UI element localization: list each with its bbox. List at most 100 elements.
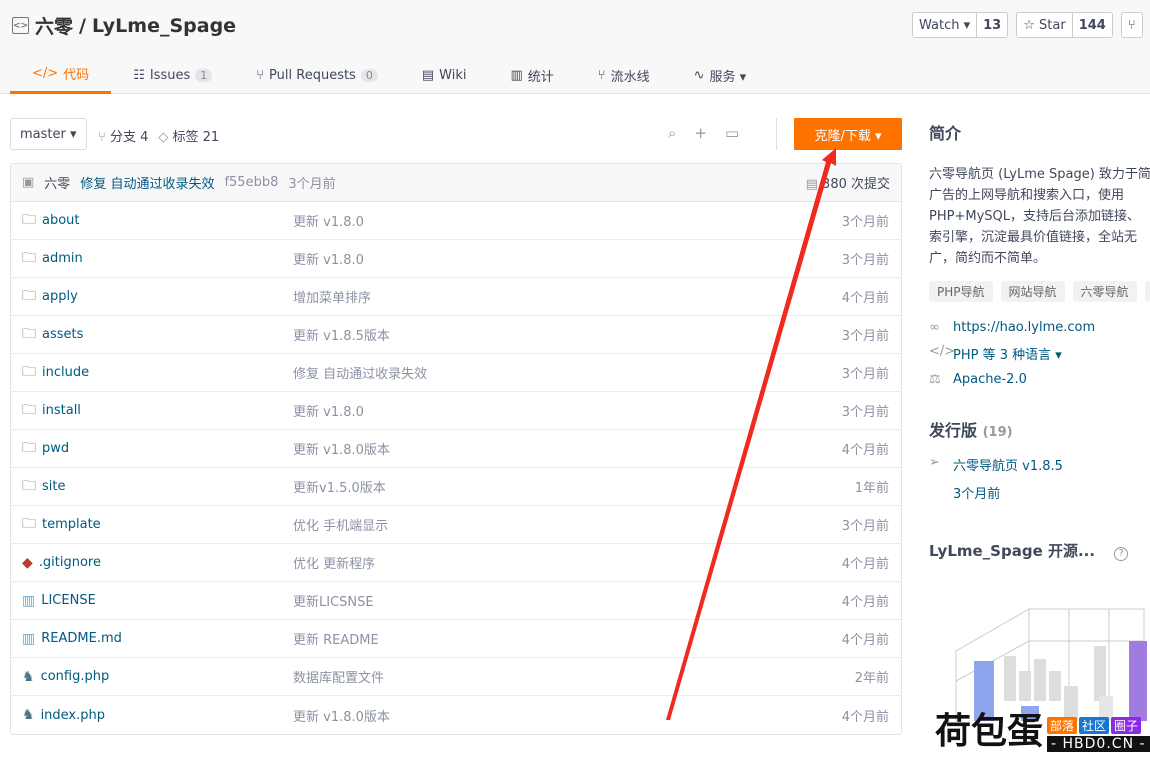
clone-download-button[interactable]: 克隆/下载 ▾ bbox=[794, 118, 902, 150]
tab-4[interactable]: ▥ 统计 bbox=[488, 56, 575, 94]
releases-count: (19) bbox=[982, 425, 1013, 440]
file-commit-message[interactable]: 更新 v1.8.0 bbox=[293, 211, 364, 230]
file-commit-message[interactable]: 增加菜单排序 bbox=[293, 287, 371, 306]
file-link[interactable]: 🗀 about bbox=[22, 209, 80, 233]
tab-6[interactable]: ∿ 服务 ▾ bbox=[672, 56, 769, 94]
tab-label: 代码 bbox=[63, 68, 90, 83]
file-commit-message[interactable]: 更新 v1.8.0版本 bbox=[293, 439, 390, 458]
file-name: README.md bbox=[41, 631, 122, 646]
file-row: 🗀 pwd 更新 v1.8.0版本 4个月前 bbox=[11, 430, 901, 468]
topic-tag[interactable]: 六零导航 bbox=[1072, 281, 1137, 302]
file-row: 🗀 site 更新v1.5.0版本 1年前 bbox=[11, 468, 901, 506]
branch-icon: ⑂ bbox=[98, 130, 110, 145]
release-link[interactable]: 六零导航页 v1.8.5 bbox=[953, 455, 1063, 474]
topic-tag[interactable] bbox=[1144, 281, 1150, 302]
commit-author[interactable]: 六零 bbox=[44, 173, 70, 192]
folder-icon: 🗀 bbox=[22, 287, 36, 304]
file-link[interactable]: 🗀 template bbox=[22, 513, 101, 537]
plus-icon[interactable]: + bbox=[694, 124, 707, 142]
file-name: config.php bbox=[40, 669, 110, 684]
file-commit-time: 1年前 bbox=[854, 481, 889, 496]
tab-3[interactable]: ▤ Wiki bbox=[400, 56, 489, 94]
file-name: admin bbox=[42, 251, 83, 266]
repo-separator: / bbox=[79, 14, 86, 37]
tab-icon: ▤ bbox=[421, 67, 435, 83]
file-row: ♞ config.php 数据库配置文件 2年前 bbox=[11, 658, 901, 696]
file-row: 🗀 include 修复 自动通过收录失效 3个月前 bbox=[11, 354, 901, 392]
license-link[interactable]: Apache-2.0 bbox=[953, 372, 1027, 387]
star-button[interactable]: ☆ Star 144 bbox=[1016, 12, 1113, 38]
file-row: 🗀 apply 增加菜单排序 4个月前 bbox=[11, 278, 901, 316]
repo-owner-link[interactable]: 六零 bbox=[35, 12, 73, 39]
file-link[interactable]: ◆ .gitignore bbox=[22, 555, 101, 571]
tab-icon: ▥ bbox=[510, 67, 523, 83]
file-commit-message[interactable]: 更新 v1.8.0版本 bbox=[293, 706, 390, 725]
tab-badge: 0 bbox=[360, 68, 378, 82]
file-tree: ▣ 六零 修复 自动通过收录失效 f55ebb8 3个月前 ▤ 380 次提交 … bbox=[10, 163, 902, 735]
watch-count[interactable]: 13 bbox=[976, 13, 1007, 37]
file-commit-message[interactable]: 更新 v1.8.5版本 bbox=[293, 325, 390, 344]
file-commit-message[interactable]: 更新LICSNSE bbox=[293, 591, 374, 610]
file-link[interactable]: 🗀 site bbox=[22, 475, 65, 499]
fork-button[interactable]: ⑂ bbox=[1120, 12, 1143, 38]
topic-tag[interactable]: PHP导航 bbox=[929, 281, 993, 302]
file-link[interactable]: 🗀 assets bbox=[22, 323, 83, 347]
file-row: 🗀 assets 更新 v1.8.5版本 3个月前 bbox=[11, 316, 901, 354]
tab-label: Wiki bbox=[439, 67, 467, 83]
file-commit-message[interactable]: 更新 README bbox=[293, 629, 379, 648]
repo-name-link[interactable]: LyLme_Spage bbox=[92, 15, 236, 37]
branches-label: 分支 4 bbox=[109, 130, 149, 145]
file-commit-time: 3个月前 bbox=[841, 329, 889, 344]
tab-0[interactable]: </> 代码 bbox=[10, 56, 112, 94]
file-commit-message[interactable]: 优化 手机端显示 bbox=[293, 515, 388, 534]
star-count[interactable]: 144 bbox=[1071, 13, 1112, 37]
file-commit-message[interactable]: 更新 v1.8.0 bbox=[293, 249, 364, 268]
tags-link[interactable]: ◇ 标签 21 bbox=[158, 126, 219, 145]
fork-icon: ⑂ bbox=[1127, 17, 1136, 33]
file-link[interactable]: ▥ LICENSE bbox=[22, 593, 96, 609]
file-link[interactable]: 🗀 admin bbox=[22, 247, 83, 271]
file-commit-message[interactable]: 数据库配置文件 bbox=[293, 667, 384, 686]
tab-1[interactable]: ☷ Issues 1 bbox=[111, 56, 234, 94]
releases-title: 发行版 bbox=[929, 421, 978, 440]
file-commit-message[interactable]: 优化 更新程序 bbox=[293, 553, 375, 572]
search-icon[interactable]: ⌕ bbox=[668, 124, 676, 142]
file-row: 🗀 admin 更新 v1.8.0 3个月前 bbox=[11, 240, 901, 278]
book-icon: ▥ bbox=[22, 592, 36, 609]
file-commit-message[interactable]: 更新 v1.8.0 bbox=[293, 401, 364, 420]
commit-message[interactable]: 修复 自动通过收录失效 bbox=[80, 173, 214, 192]
file-commit-time: 4个月前 bbox=[841, 709, 889, 725]
language-dropdown[interactable]: PHP 等 3 种语言 ▾ bbox=[953, 344, 1062, 363]
help-icon[interactable]: ? bbox=[1114, 547, 1129, 561]
commit-count-link[interactable]: ▤ 380 次提交 bbox=[806, 173, 890, 192]
file-link[interactable]: 🗀 install bbox=[22, 399, 81, 423]
file-commit-message[interactable]: 修复 自动通过收录失效 bbox=[293, 363, 427, 382]
file-commit-message[interactable]: 更新v1.5.0版本 bbox=[293, 477, 386, 496]
file-name: about bbox=[42, 213, 80, 228]
file-row: 🗀 template 优化 手机端显示 3个月前 bbox=[11, 506, 901, 544]
tab-badge: 1 bbox=[195, 68, 213, 82]
file-link[interactable]: ▥ README.md bbox=[22, 631, 122, 647]
topic-tag[interactable]: 网站导航 bbox=[1000, 281, 1065, 302]
monitor-icon[interactable]: ▭ bbox=[725, 124, 739, 142]
tab-5[interactable]: ⑂ 流水线 bbox=[576, 56, 672, 94]
file-commit-time: 4个月前 bbox=[841, 633, 889, 648]
watch-button[interactable]: Watch ▾ 13 bbox=[912, 12, 1009, 38]
php-elephant-icon: ♞ bbox=[22, 707, 35, 723]
file-name: site bbox=[42, 479, 66, 494]
file-link[interactable]: ♞ config.php bbox=[22, 669, 109, 685]
file-name: index.php bbox=[40, 707, 106, 723]
tab-2[interactable]: ⑂ Pull Requests 0 bbox=[234, 56, 400, 94]
file-commit-time: 3个月前 bbox=[841, 253, 889, 268]
file-commit-time: 3个月前 bbox=[841, 215, 889, 230]
tab-label: Pull Requests bbox=[269, 67, 356, 83]
file-link[interactable]: ♞ index.php bbox=[22, 707, 105, 723]
file-link[interactable]: 🗀 pwd bbox=[22, 437, 69, 461]
folder-icon: 🗀 bbox=[22, 439, 36, 456]
file-link[interactable]: 🗀 apply bbox=[22, 285, 78, 309]
commit-hash[interactable]: f55ebb8 bbox=[224, 175, 278, 190]
branches-link[interactable]: ⑂ 分支 4 bbox=[98, 126, 148, 145]
homepage-link[interactable]: https://hao.lylme.com bbox=[953, 320, 1095, 335]
file-link[interactable]: 🗀 include bbox=[22, 361, 89, 385]
branch-select[interactable]: master ▾ bbox=[10, 118, 87, 150]
